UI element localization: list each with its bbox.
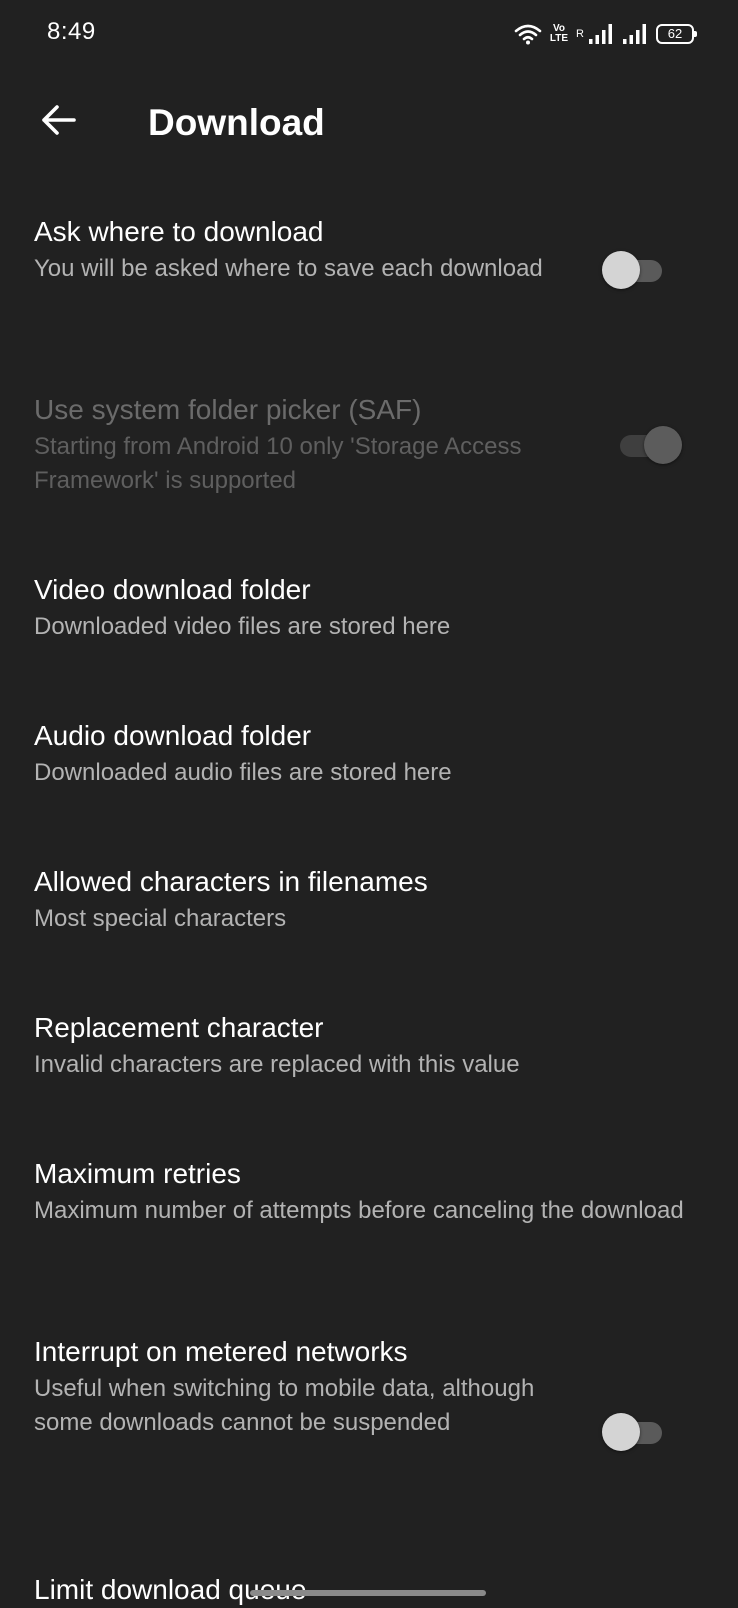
- pref-summary: Downloaded video files are stored here: [34, 613, 451, 640]
- roaming-indicator: R: [576, 28, 584, 40]
- ask-where-toggle[interactable]: [602, 250, 668, 290]
- signal-icon: [588, 23, 614, 45]
- pref-summary: Downloaded audio files are stored here: [34, 759, 452, 786]
- signal-icon-secondary: [622, 23, 648, 45]
- battery-icon: 62: [656, 24, 697, 44]
- toggle-thumb: [602, 251, 640, 289]
- pref-summary: Invalid characters are replaced with thi…: [34, 1051, 520, 1078]
- pref-title: Audio download folder: [34, 720, 312, 751]
- interrupt-metered-toggle[interactable]: [602, 1412, 668, 1452]
- status-time: 8:49: [47, 18, 96, 45]
- toggle-thumb: [644, 426, 682, 464]
- pref-title: Ask where to download: [34, 216, 324, 247]
- navigation-handle[interactable]: [250, 1590, 486, 1596]
- pref-allowed-characters[interactable]: Allowed characters in filenames Most spe…: [34, 864, 734, 936]
- pref-title: Interrupt on metered networks: [34, 1336, 408, 1367]
- app-bar: Download: [0, 80, 738, 170]
- pref-summary: You will be asked where to save each dow…: [34, 255, 543, 282]
- pref-video-download-folder[interactable]: Video download folder Downloaded video f…: [34, 572, 734, 644]
- pref-summary: Starting from Android 10 only 'Storage A…: [34, 433, 522, 494]
- pref-summary: Maximum number of attempts before cancel…: [34, 1197, 684, 1224]
- wifi-icon: [514, 23, 542, 45]
- toggle-thumb: [602, 1413, 640, 1451]
- pref-replacement-character[interactable]: Replacement character Invalid characters…: [34, 1010, 734, 1082]
- pref-title: Video download folder: [34, 574, 311, 605]
- status-bar: 8:49 Vo LTE R 62: [0, 0, 738, 70]
- volte-label-bottom: LTE: [549, 33, 569, 44]
- pref-title: Maximum retries: [34, 1158, 241, 1189]
- pref-maximum-retries[interactable]: Maximum retries Maximum number of attemp…: [34, 1156, 734, 1228]
- volte-icon: Vo LTE: [550, 24, 568, 44]
- pref-audio-download-folder[interactable]: Audio download folder Downloaded audio f…: [34, 718, 734, 790]
- back-button[interactable]: [34, 98, 82, 146]
- pref-summary: Most special characters: [34, 905, 287, 932]
- page-title: Download: [148, 102, 325, 143]
- pref-title: Use system folder picker (SAF): [34, 394, 422, 425]
- pref-summary: Useful when switching to mobile data, al…: [34, 1375, 535, 1436]
- status-icons: Vo LTE R 62: [514, 20, 697, 48]
- pref-title: Replacement character: [34, 1012, 324, 1043]
- saf-toggle: [616, 425, 682, 465]
- pref-title: Allowed characters in filenames: [34, 866, 428, 897]
- arrow-left-icon: [39, 103, 77, 142]
